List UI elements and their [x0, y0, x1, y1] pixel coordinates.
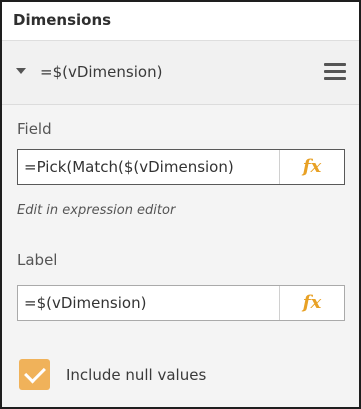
label-fx-button[interactable]: fx — [279, 286, 344, 320]
section-title: Dimensions — [13, 11, 112, 29]
menu-icon-bar — [324, 63, 346, 66]
dimension-item-header[interactable]: =$(vDimension) — [2, 41, 359, 105]
caret-down-icon[interactable] — [16, 68, 26, 74]
fx-icon: fx — [302, 156, 322, 177]
label-input-group: =$(vDimension) fx — [17, 285, 345, 321]
menu-icon-bar — [324, 77, 346, 80]
include-null-values-label[interactable]: Include null values — [66, 366, 206, 384]
field-label: Field — [17, 120, 52, 138]
properties-panel: Dimensions =$(vDimension) Field =Pick(Ma… — [0, 0, 361, 409]
label-field-label: Label — [17, 251, 58, 269]
include-null-values-checkbox[interactable] — [19, 359, 50, 390]
dimension-item-title: =$(vDimension) — [40, 63, 163, 81]
edit-in-expression-editor-link[interactable]: Edit in expression editor — [17, 203, 175, 218]
label-expression-input[interactable]: =$(vDimension) — [18, 286, 280, 320]
dimension-panel: =$(vDimension) Field =Pick(Match($(vDime… — [2, 41, 359, 407]
field-expression-input[interactable]: =Pick(Match($(vDimension) — [18, 150, 280, 184]
checkmark-icon — [24, 361, 46, 384]
field-input-group: =Pick(Match($(vDimension) fx — [17, 149, 345, 185]
field-fx-button[interactable]: fx — [279, 150, 344, 184]
section-header: Dimensions — [2, 2, 359, 41]
menu-icon-bar — [324, 70, 346, 73]
hamburger-menu-icon[interactable] — [324, 63, 346, 81]
fx-icon: fx — [302, 292, 322, 313]
